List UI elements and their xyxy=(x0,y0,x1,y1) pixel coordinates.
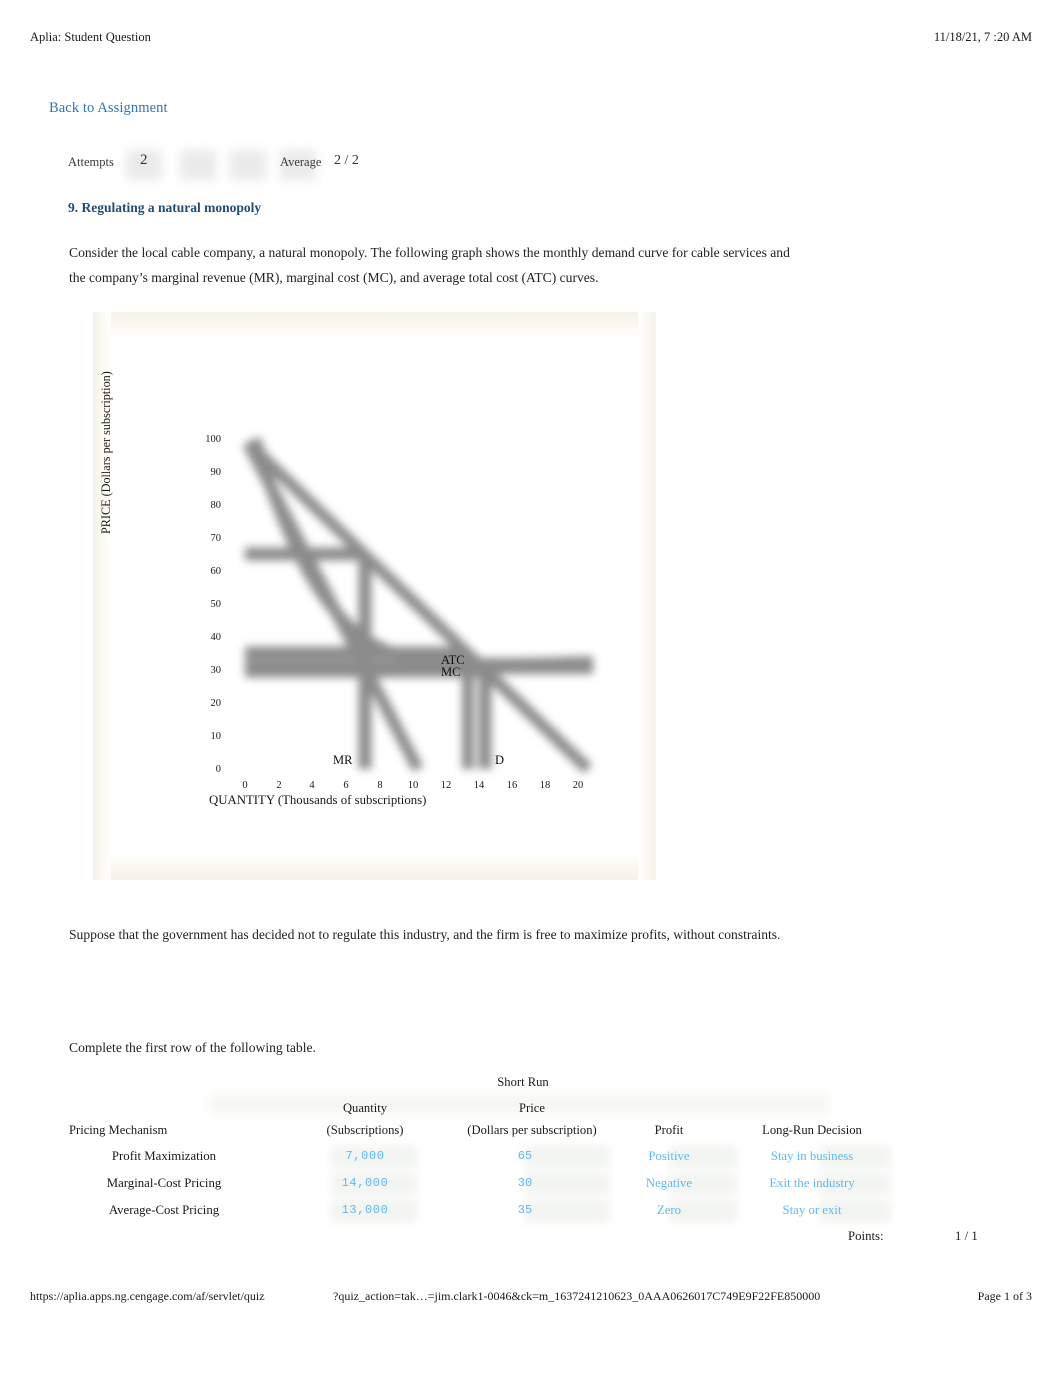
complete-row-instruction: Complete the first row of the following … xyxy=(69,1040,316,1055)
long-run-decision-value[interactable]: Exit the industry xyxy=(697,1176,927,1191)
x-axis-label: QUANTITY (Thousands of subscriptions) xyxy=(209,793,427,807)
table-header-mechanism: Pricing Mechanism xyxy=(69,1123,168,1137)
y-tick-80: 80 xyxy=(210,500,222,511)
table-row: Marginal-Cost Pricing 14,000 30 Negative… xyxy=(69,1171,929,1198)
table-span-header-short-run: Short Run xyxy=(497,1075,549,1089)
table-header-price: Price xyxy=(519,1101,545,1115)
suppose-paragraph: Suppose that the government has decided … xyxy=(69,927,781,942)
x-tick-10: 10 xyxy=(407,780,419,791)
y-tick-60: 60 xyxy=(210,566,222,577)
y-tick-30: 30 xyxy=(210,665,222,676)
y-tick-40: 40 xyxy=(210,632,222,643)
footer-url: https://aplia.apps.ng.cengage.com/af/ser… xyxy=(30,1289,265,1303)
x-tick-6: 6 xyxy=(343,780,349,791)
footer-query: ?quiz_action=tak…=jim.clark1-0046&ck=m_1… xyxy=(333,1289,821,1303)
question-title: 9. Regulating a natural monopoly xyxy=(68,200,262,215)
y-axis-label: PRICE (Dollars per subscription) xyxy=(99,371,113,534)
footer-page-number: Page 1 of 3 xyxy=(977,1289,1032,1303)
plot-text-layer: PRICE (Dollars per subscription) QUANTIT… xyxy=(93,312,656,880)
y-tick-100: 100 xyxy=(205,434,221,445)
curve-label-mr: MR xyxy=(333,753,353,767)
page-content: Back to Assignment Attempts 2 Average 2 … xyxy=(0,0,1062,1377)
x-tick-0: 0 xyxy=(242,780,248,791)
curve-label-d: D xyxy=(495,753,505,767)
x-tick-18: 18 xyxy=(539,780,551,791)
question-body-text: Consider the local cable company, a natu… xyxy=(69,245,790,285)
y-tick-70: 70 xyxy=(210,533,222,544)
curve-label-mc: MC xyxy=(441,665,461,679)
plot-area: PRICE (Dollars per subscription) QUANTIT… xyxy=(93,312,656,880)
x-tick-8: 8 xyxy=(377,780,383,791)
table-row: Average-Cost Pricing 13,000 35 Zero Stay… xyxy=(69,1198,929,1225)
monopoly-graph-figure: PRICE (Dollars per subscription) QUANTIT… xyxy=(93,312,656,880)
x-tick-4: 4 xyxy=(309,780,315,791)
points-value: 1 / 1 xyxy=(955,1229,978,1243)
long-run-decision-value[interactable]: Stay in business xyxy=(697,1149,927,1164)
points-label: Points: xyxy=(848,1229,884,1243)
row-label-profit-maximization: Profit Maximization xyxy=(111,1149,217,1163)
y-tick-20: 20 xyxy=(210,698,222,709)
row-label-average-cost-pricing: Average-Cost Pricing xyxy=(108,1203,220,1217)
x-tick-20: 20 xyxy=(572,780,584,791)
x-tick-14: 14 xyxy=(473,780,485,791)
attempts-bar: Attempts 2 Average 2 / 2 xyxy=(68,150,488,180)
long-run-decision-value[interactable]: Stay or exit xyxy=(697,1203,927,1218)
table-row: Profit Maximization 7,000 65 Positive St… xyxy=(69,1144,929,1171)
row-label-marginal-cost-pricing: Marginal-Cost Pricing xyxy=(106,1176,222,1190)
average-label: Average xyxy=(280,155,322,169)
average-value: 2 / 2 xyxy=(334,153,359,168)
table-body: Profit Maximization 7,000 65 Positive St… xyxy=(69,1144,929,1225)
y-tick-10: 10 xyxy=(210,731,222,742)
print-footer: https://aplia.apps.ng.cengage.com/af/ser… xyxy=(30,1289,1032,1307)
back-to-assignment-link[interactable]: Back to Assignment xyxy=(49,100,168,117)
x-tick-12: 12 xyxy=(440,780,452,791)
y-tick-90: 90 xyxy=(210,467,222,478)
x-tick-16: 16 xyxy=(506,780,518,791)
attempts-label: Attempts xyxy=(68,155,114,169)
attempts-value: 2 xyxy=(140,152,148,168)
x-tick-2: 2 xyxy=(276,780,282,791)
y-tick-0: 0 xyxy=(215,764,221,775)
y-tick-50: 50 xyxy=(210,599,222,610)
table-header-long-run-decision: Long-Run Decision xyxy=(762,1123,862,1137)
